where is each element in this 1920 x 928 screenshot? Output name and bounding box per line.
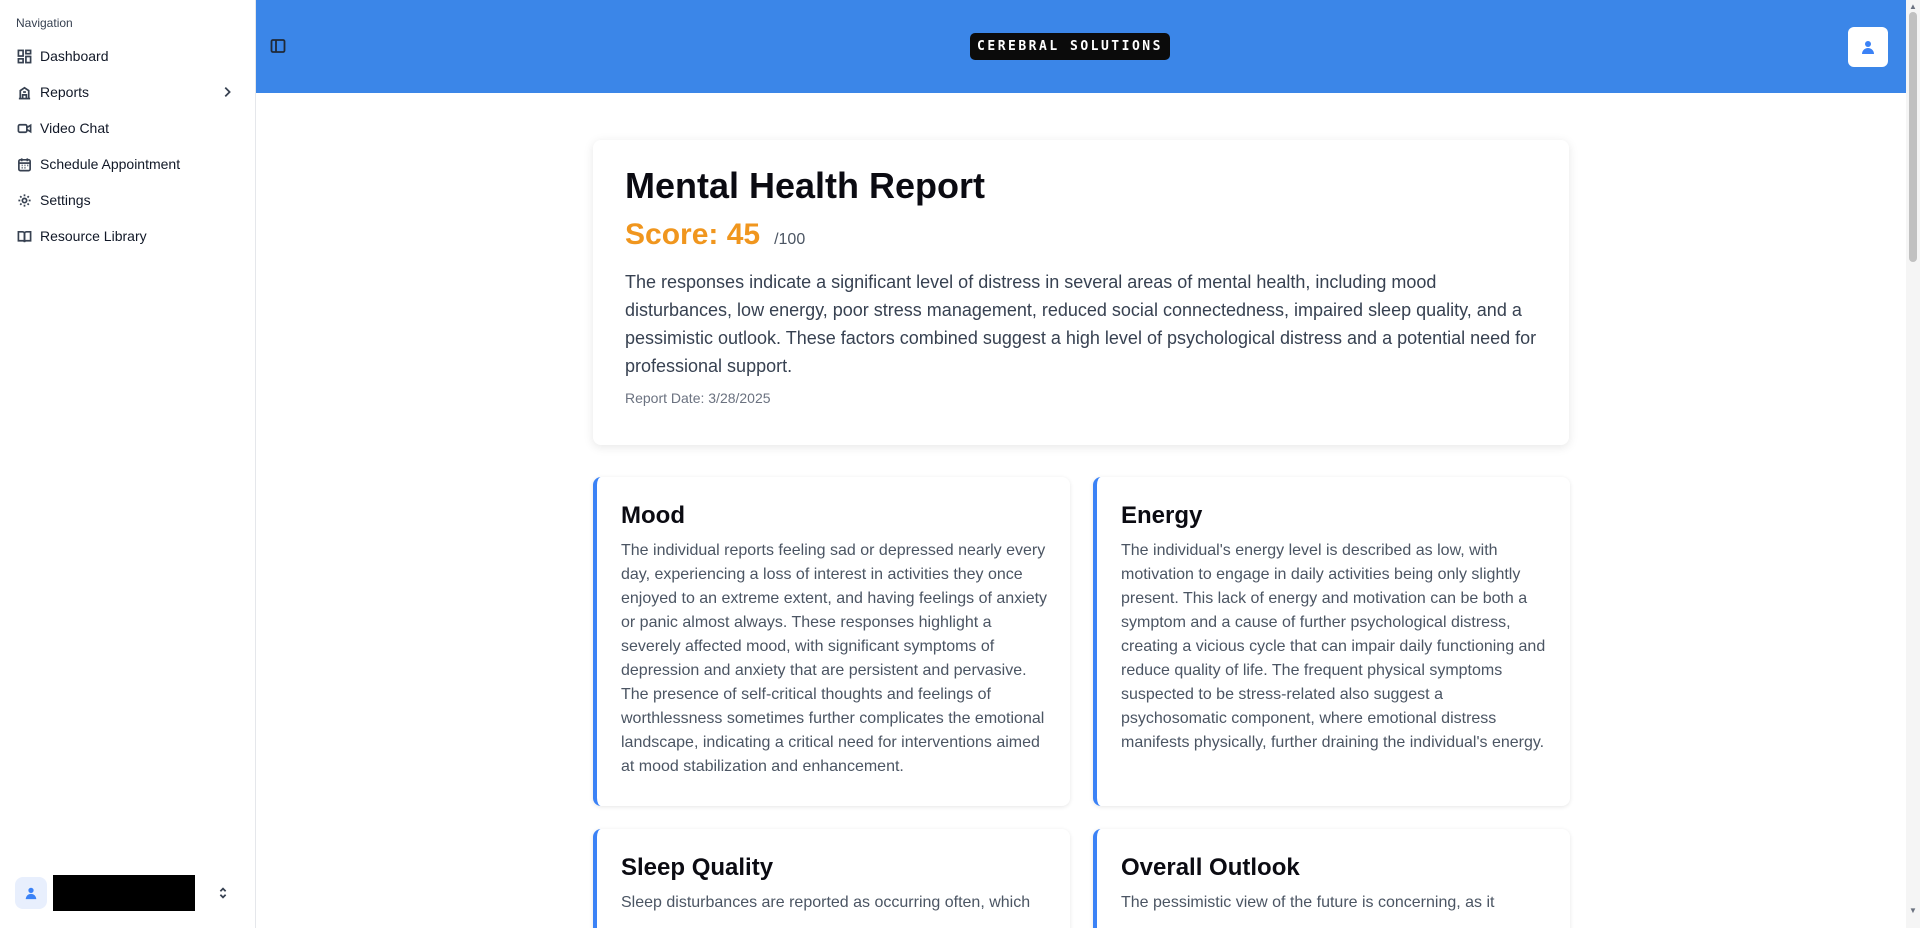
user-menu-button[interactable]	[8, 872, 248, 914]
category-title: Sleep Quality	[621, 854, 774, 881]
main-content: Mental Health Report Score: 45 /100 The …	[256, 93, 1906, 928]
sidebar-toggle-icon	[270, 39, 286, 53]
category-card-sleep-quality: Sleep Quality Sleep disturbances are rep…	[593, 829, 1070, 928]
scrollbar-thumb[interactable]	[1909, 12, 1917, 262]
chevron-right-icon	[220, 85, 234, 99]
sidebar-item-label: Schedule Appointment	[40, 156, 181, 172]
nav-heading: Navigation	[16, 16, 73, 30]
category-card-overall-outlook: Overall Outlook The pessimistic view of …	[1093, 829, 1570, 928]
category-title: Energy	[1121, 502, 1203, 529]
category-text: The pessimistic view of the future is co…	[1121, 894, 1495, 911]
logo-text: CEREBRAL SOLUTIONS	[977, 39, 1163, 54]
category-title: Overall Outlook	[1121, 854, 1300, 881]
sidebar-item-label: Video Chat	[40, 120, 110, 136]
reports-icon	[16, 84, 32, 100]
report-date: Report Date: 3/28/2025	[625, 390, 771, 406]
category-text: Sleep disturbances are reported as occur…	[621, 894, 1031, 911]
user-icon	[25, 887, 37, 900]
video-icon	[16, 120, 32, 136]
sidebar-item-label: Dashboard	[40, 48, 109, 64]
dashboard-icon	[16, 48, 32, 64]
page-title: Mental Health Report	[625, 165, 986, 206]
category-title: Mood	[621, 502, 685, 529]
score-row: Score: 45 /100	[625, 218, 1537, 252]
sidebar-item-dashboard[interactable]: Dashboard	[8, 38, 248, 74]
category-card-mood: Mood The individual reports feeling sad …	[593, 477, 1070, 806]
category-text: The individual reports feeling sad or de…	[621, 542, 1048, 775]
sidebar-item-label: Settings	[40, 192, 91, 208]
sidebar-item-label: Resource Library	[40, 228, 147, 244]
sidebar-toggle-button[interactable]	[270, 38, 286, 54]
chevrons-up-down-icon	[216, 886, 230, 900]
scroll-down-arrow-icon[interactable]: ▼	[1909, 906, 1917, 915]
book-icon	[16, 228, 32, 244]
sidebar: Navigation Dashboard Reports Video Chat	[0, 0, 256, 928]
sidebar-item-schedule-appointment[interactable]: Schedule Appointment	[8, 146, 248, 182]
score-max: /100	[774, 231, 806, 248]
sidebar-item-settings[interactable]: Settings	[8, 182, 248, 218]
page-scrollbar[interactable]: ▲ ▼	[1906, 0, 1920, 928]
category-card-energy: Energy The individual's energy level is …	[1093, 477, 1570, 806]
report-summary-card: Mental Health Report Score: 45 /100 The …	[593, 140, 1569, 445]
top-header: CEREBRAL SOLUTIONS	[256, 0, 1906, 93]
calendar-icon	[16, 156, 32, 172]
user-name-redacted	[53, 875, 195, 911]
nav-list: Dashboard Reports Video Chat Schedule Ap…	[8, 38, 248, 254]
avatar	[15, 877, 47, 909]
profile-button[interactable]	[1848, 27, 1888, 67]
gear-icon	[16, 192, 32, 208]
report-summary-text: The responses indicate a significant lev…	[625, 272, 1537, 376]
sidebar-item-video-chat[interactable]: Video Chat	[8, 110, 248, 146]
user-icon	[1862, 41, 1874, 54]
category-text: The individual's energy level is describ…	[1121, 542, 1546, 751]
sidebar-item-label: Reports	[40, 84, 90, 100]
score-value: Score: 45	[625, 218, 761, 251]
sidebar-item-reports[interactable]: Reports	[8, 74, 248, 110]
brand-logo[interactable]: CEREBRAL SOLUTIONS	[970, 33, 1170, 60]
scroll-up-arrow-icon[interactable]: ▲	[1909, 2, 1917, 11]
sidebar-item-resource-library[interactable]: Resource Library	[8, 218, 248, 254]
